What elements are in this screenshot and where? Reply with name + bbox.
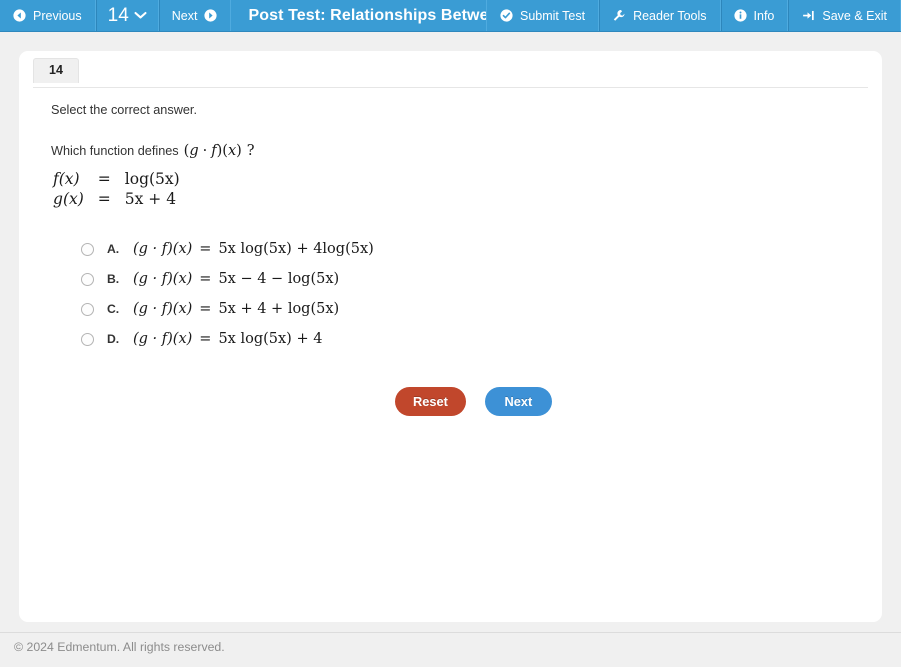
- info-label: Info: [753, 8, 775, 23]
- next-button[interactable]: Next: [484, 387, 552, 416]
- math-g: g: [189, 143, 199, 159]
- option-expression-lhs: (g · f)(x): [133, 331, 193, 347]
- definition-equals: =: [97, 190, 111, 208]
- option-expression-lhs: (g · f)(x): [133, 241, 193, 257]
- question-mark: ?: [246, 143, 255, 159]
- option-expression-equals: =: [199, 271, 212, 287]
- circle-arrow-left-icon: [13, 9, 26, 22]
- definition-function-name: g: [53, 190, 63, 208]
- definition-lhs: g(x): [53, 190, 84, 208]
- save-and-exit-label: Save & Exit: [822, 8, 887, 23]
- option-expression-lhs: (g · f)(x): [133, 301, 193, 317]
- option-expression-rhs: 5x − 4 − log(5x): [218, 271, 340, 287]
- answer-options: A. (g · f)(x) = 5x log(5x) + 4log(5x) B. (…: [81, 234, 882, 354]
- instruction-text: Select the correct answer.: [51, 103, 197, 117]
- answer-option-b[interactable]: B. (g · f)(x) = 5x − 4 − log(5x): [81, 264, 882, 294]
- radio-button-d[interactable]: [81, 332, 94, 346]
- option-letter-c: C.: [107, 302, 120, 316]
- definition-argument: (x): [58, 170, 80, 188]
- answer-option-a[interactable]: A. (g · f)(x) = 5x log(5x) + 4log(5x): [81, 234, 882, 264]
- info-button[interactable]: Info: [721, 0, 789, 31]
- option-expression-b: (g · f)(x) = 5x − 4 − log(5x): [133, 271, 339, 287]
- question-number-value: 14: [107, 4, 129, 26]
- math-x: x: [227, 143, 237, 159]
- option-expression-rhs: 5x log(5x) + 4log(5x): [218, 241, 374, 257]
- option-letter-a: A.: [107, 242, 120, 256]
- question-tab-row: 14: [19, 51, 882, 88]
- submit-test-label: Submit Test: [520, 8, 586, 23]
- radio-button-c[interactable]: [81, 302, 94, 316]
- question-stem-math: (g · f)(x): [184, 143, 242, 159]
- next-question-label: Next: [171, 8, 198, 23]
- question-stem-text: Which function defines: [51, 144, 179, 158]
- option-expression-lhs: (g · f)(x): [133, 271, 193, 287]
- test-navigation-toolbar: Previous 14 Next Post Test: Relationship…: [0, 0, 901, 32]
- option-expression-equals: =: [199, 331, 212, 347]
- toolbar-right-group: Submit Test Reader Tools Info Save & Exi…: [487, 0, 901, 31]
- radio-button-b[interactable]: [81, 272, 94, 286]
- reader-tools-label: Reader Tools: [633, 8, 707, 23]
- test-title: Post Test: Relationships Between F: [231, 0, 487, 31]
- reset-button[interactable]: Reset: [395, 387, 466, 416]
- option-expression-a: (g · f)(x) = 5x log(5x) + 4log(5x): [133, 241, 374, 257]
- option-letter-b: B.: [107, 272, 120, 286]
- action-button-row: Reset Next: [395, 387, 882, 416]
- math-composition-dot: ·: [202, 143, 208, 159]
- answer-option-c[interactable]: C. (g · f)(x) = 5x + 4 + log(5x): [81, 294, 882, 324]
- question-body: Select the correct answer. Which functio…: [19, 81, 882, 416]
- check-circle-icon: [500, 9, 513, 22]
- reader-tools-button[interactable]: Reader Tools: [599, 0, 721, 31]
- submit-test-button[interactable]: Submit Test: [487, 0, 600, 31]
- circle-arrow-right-icon: [204, 9, 218, 22]
- question-number-dropdown[interactable]: 14: [96, 0, 159, 31]
- function-definitions: f(x) = log(5x) g(x) = 5x + 4: [53, 170, 180, 208]
- question-tab[interactable]: 14: [33, 58, 79, 83]
- next-question-button[interactable]: Next: [159, 0, 232, 31]
- footer-divider: [0, 632, 901, 633]
- footer-copyright: © 2024 Edmentum. All rights reserved.: [14, 640, 225, 654]
- math-paren-close: ): [236, 143, 242, 159]
- question-card: 14 Select the correct answer. Which func…: [19, 51, 882, 622]
- save-and-exit-button[interactable]: Save & Exit: [788, 0, 901, 31]
- question-stem: Which function defines (g · f)(x) ?: [51, 143, 882, 159]
- definition-equals: =: [97, 170, 111, 188]
- definition-rhs: 5x + 4: [124, 190, 177, 208]
- definition-lhs: f(x): [53, 170, 84, 188]
- definition-rhs: log(5x): [124, 170, 180, 188]
- info-circle-icon: [733, 9, 747, 22]
- question-tab-divider: [33, 87, 868, 88]
- radio-button-a[interactable]: [81, 242, 94, 256]
- option-letter-d: D.: [107, 332, 120, 346]
- previous-question-button[interactable]: Previous: [0, 0, 96, 31]
- definition-argument: (x): [62, 190, 84, 208]
- option-expression-c: (g · f)(x) = 5x + 4 + log(5x): [133, 301, 339, 317]
- answer-option-d[interactable]: D. (g · f)(x) = 5x log(5x) + 4: [81, 324, 882, 354]
- previous-question-label: Previous: [33, 8, 82, 23]
- option-expression-rhs: 5x + 4 + log(5x): [218, 301, 340, 317]
- option-expression-rhs: 5x log(5x) + 4: [218, 331, 323, 347]
- wrench-icon: [612, 9, 626, 22]
- chevron-down-icon: [134, 11, 147, 20]
- option-expression-equals: =: [199, 241, 212, 257]
- sign-out-icon: [801, 9, 815, 22]
- math-paren-mid: )(: [216, 143, 228, 159]
- option-expression-equals: =: [199, 301, 212, 317]
- option-expression-d: (g · f)(x) = 5x log(5x) + 4: [133, 331, 322, 347]
